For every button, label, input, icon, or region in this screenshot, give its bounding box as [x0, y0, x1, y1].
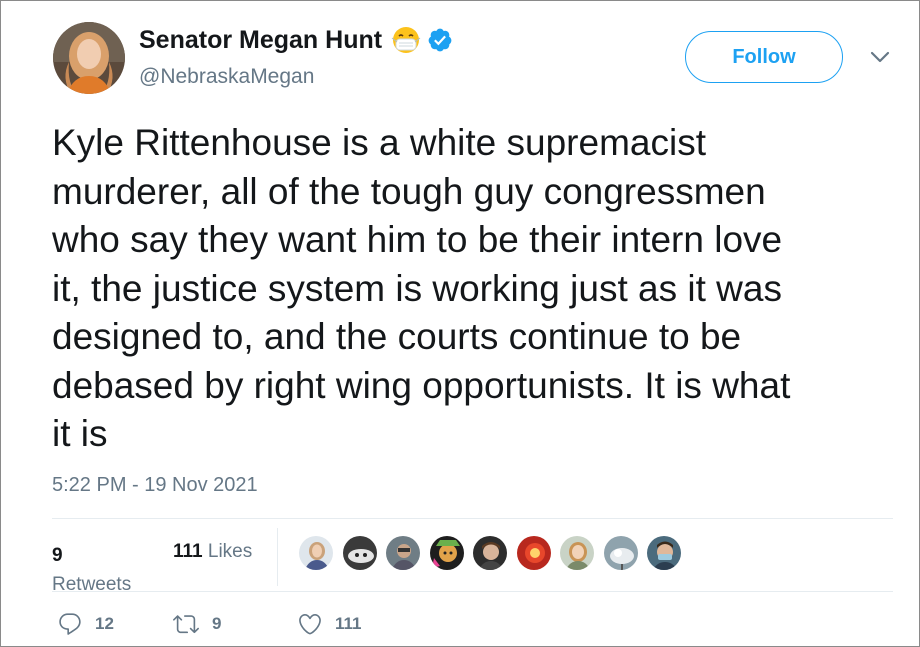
face-with-medical-mask-icon — [390, 26, 422, 54]
likes-count: 111 — [173, 541, 203, 562]
liker-avatar[interactable] — [515, 535, 552, 571]
verified-badge-icon — [427, 27, 453, 53]
follow-button[interactable]: Follow — [685, 31, 843, 83]
retweet-button[interactable]: 9 — [172, 609, 221, 639]
liker-avatar[interactable] — [298, 535, 334, 571]
liker-avatar[interactable] — [602, 535, 639, 571]
chevron-down-icon[interactable] — [869, 49, 891, 65]
like-count: 111 — [335, 614, 362, 633]
divider — [52, 518, 893, 519]
author-display-name[interactable]: Senator Megan Hunt — [139, 26, 382, 55]
liker-avatar[interactable] — [472, 535, 508, 571]
retweet-icon — [172, 611, 200, 637]
like-button[interactable]: 111 — [297, 609, 362, 639]
reply-button[interactable]: 12 — [57, 609, 114, 639]
author-avatar[interactable] — [53, 22, 125, 94]
tweet-text: Kyle Rittenhouse is a white supremacist … — [52, 122, 791, 454]
retweets-count: 9 — [52, 545, 63, 566]
liker-avatar[interactable] — [385, 535, 421, 571]
heart-icon — [297, 611, 323, 637]
stat-divider — [277, 528, 278, 586]
liker-avatars — [298, 535, 690, 571]
reply-icon — [57, 611, 83, 637]
author-handle[interactable]: @NebraskaMegan — [139, 65, 314, 89]
liker-avatar[interactable] — [341, 535, 378, 571]
likes-label: Likes — [207, 541, 253, 562]
liker-avatar[interactable] — [646, 535, 682, 571]
liker-avatar[interactable] — [428, 535, 465, 571]
liker-avatar[interactable] — [559, 535, 595, 571]
divider — [52, 591, 893, 592]
likes-stat[interactable]: 111 Likes — [173, 541, 252, 563]
retweet-count: 9 — [212, 614, 222, 633]
tweet-timestamp[interactable]: 5:22 PM - 19 Nov 2021 — [52, 474, 258, 497]
tweet-card: Senator Megan Hunt @NebraskaMegan Follow — [0, 0, 920, 647]
reply-count: 12 — [95, 614, 114, 633]
